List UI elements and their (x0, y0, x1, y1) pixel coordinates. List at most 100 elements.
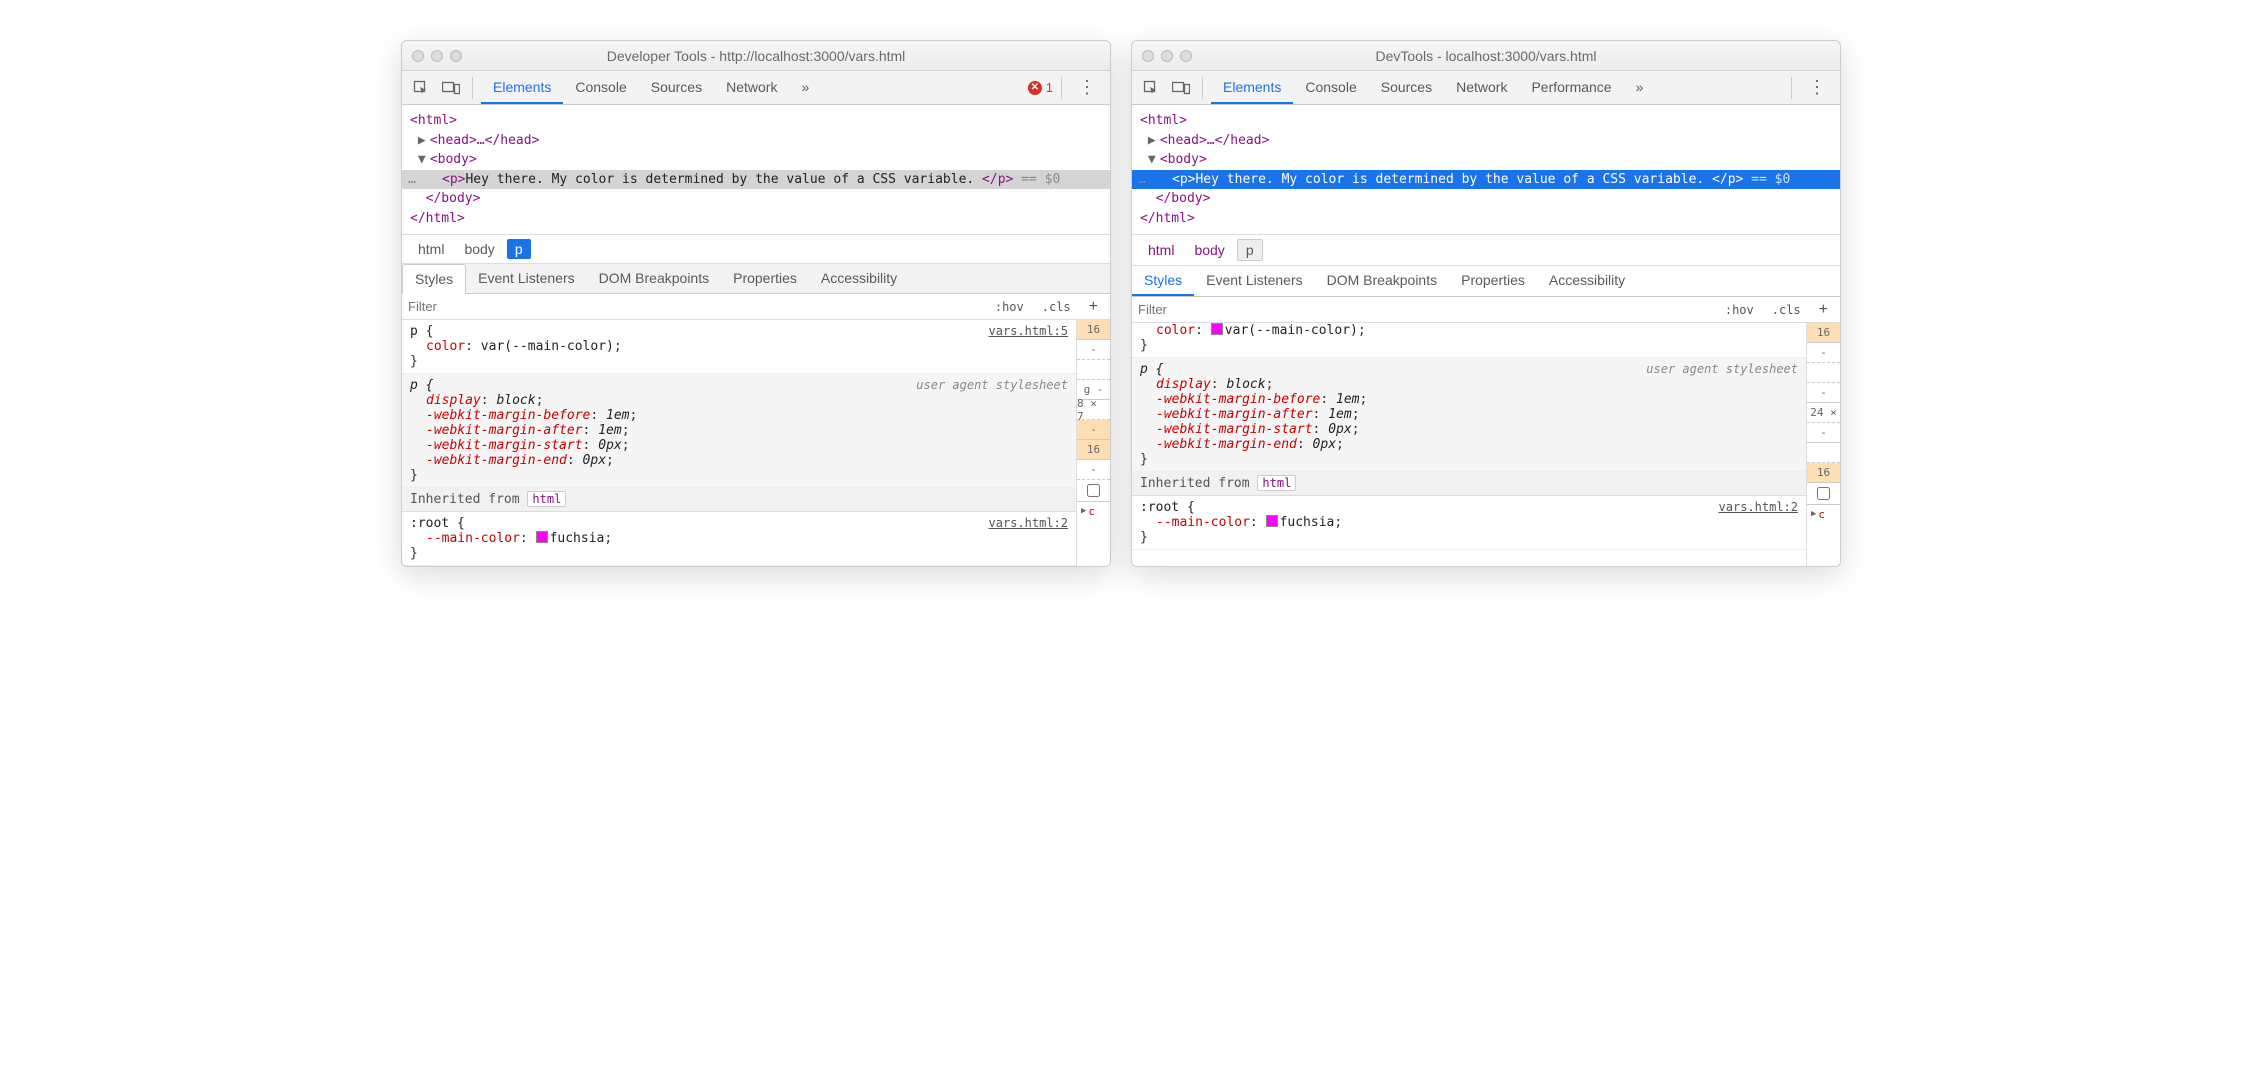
css-rule[interactable]: vars.html:2 :root { --main-color: fuchsi… (1132, 496, 1806, 550)
css-value[interactable]: fuchsia (1280, 515, 1335, 530)
new-rule-button[interactable]: + (1083, 298, 1104, 316)
breadcrumb-html[interactable]: html (1140, 240, 1182, 260)
breadcrumb-p[interactable]: p (1237, 239, 1263, 261)
collapse-icon[interactable]: ▼ (418, 150, 430, 170)
tab-overflow[interactable]: » (1624, 72, 1656, 104)
hov-toggle[interactable]: :hov (1719, 301, 1760, 319)
tab-performance[interactable]: Performance (1519, 72, 1623, 104)
color-swatch-icon[interactable] (1211, 323, 1223, 335)
rule-source-link[interactable]: vars.html:2 (989, 516, 1068, 530)
subtab-dom-breakpoints[interactable]: DOM Breakpoints (1315, 266, 1449, 296)
rule-source-link[interactable]: vars.html:2 (1719, 500, 1798, 514)
dom-head[interactable]: <head>…</head> (430, 133, 540, 148)
subtab-accessibility[interactable]: Accessibility (809, 264, 909, 293)
tab-elements[interactable]: Elements (481, 72, 563, 104)
dom-html-open[interactable]: <html> (1140, 113, 1187, 128)
breadcrumb-body[interactable]: body (1186, 240, 1232, 260)
filter-input[interactable] (1138, 300, 1713, 319)
tab-elements[interactable]: Elements (1211, 72, 1293, 104)
color-swatch-icon[interactable] (1266, 515, 1278, 527)
expand-icon[interactable]: ▶ (1148, 131, 1160, 151)
dom-body-close[interactable]: </body> (426, 191, 481, 206)
show-all-checkbox[interactable] (1807, 483, 1840, 505)
tab-console[interactable]: Console (1293, 72, 1368, 104)
inherit-tag[interactable]: html (527, 491, 566, 507)
sidebar-row[interactable]: ▶c (1807, 505, 1840, 523)
cls-toggle[interactable]: .cls (1766, 301, 1807, 319)
inherited-from: Inherited from html (1132, 472, 1806, 496)
dom-html-close[interactable]: </html> (410, 211, 465, 226)
error-counter[interactable]: ✕ 1 (1028, 80, 1053, 95)
color-swatch-icon[interactable] (536, 531, 548, 543)
hov-toggle[interactable]: :hov (989, 298, 1030, 316)
css-value[interactable]: fuchsia (550, 531, 605, 546)
subtab-styles[interactable]: Styles (1132, 266, 1194, 296)
rule-source-link[interactable]: vars.html:5 (989, 324, 1068, 338)
dom-selected-node[interactable]: <p>Hey there. My color is determined by … (402, 170, 1110, 190)
more-menu-icon[interactable]: ⋮ (1070, 77, 1104, 98)
zoom-window-icon[interactable] (450, 50, 462, 62)
device-toolbar-icon[interactable] (1168, 75, 1194, 101)
rule-selector[interactable]: :root { (1140, 500, 1798, 515)
zoom-window-icon[interactable] (1180, 50, 1192, 62)
dom-tree[interactable]: <html> ▶<head>…</head> ▼<body> <p>Hey th… (402, 105, 1110, 234)
rule-selector[interactable]: :root { (410, 516, 1068, 531)
subtab-event-listeners[interactable]: Event Listeners (466, 264, 587, 293)
css-property[interactable]: color (426, 339, 465, 354)
inspect-element-icon[interactable] (1138, 75, 1164, 101)
tab-sources[interactable]: Sources (639, 72, 714, 104)
minimize-window-icon[interactable] (1161, 50, 1173, 62)
css-property[interactable]: --main-color (1156, 515, 1250, 530)
tab-overflow[interactable]: » (789, 72, 821, 104)
rule-selector[interactable]: p { (410, 324, 1068, 339)
subtab-properties[interactable]: Properties (721, 264, 809, 293)
inherit-tag[interactable]: html (1257, 475, 1296, 491)
close-window-icon[interactable] (412, 50, 424, 62)
css-value[interactable]: var(--main-color) (1225, 323, 1358, 338)
tab-sources[interactable]: Sources (1369, 72, 1444, 104)
sidebar-row[interactable]: ▶c (1077, 502, 1110, 520)
close-window-icon[interactable] (1142, 50, 1154, 62)
dom-html-close[interactable]: </html> (1140, 211, 1195, 226)
css-property[interactable]: color (1156, 323, 1195, 338)
subtab-accessibility[interactable]: Accessibility (1537, 266, 1637, 296)
expand-icon[interactable]: ▶ (1081, 506, 1086, 516)
new-rule-button[interactable]: + (1813, 301, 1834, 319)
expand-icon[interactable]: ▶ (1811, 509, 1816, 519)
dom-html-open[interactable]: <html> (410, 113, 457, 128)
breadcrumb-html[interactable]: html (410, 239, 452, 259)
dom-body-close[interactable]: </body> (1156, 191, 1211, 206)
show-all-checkbox[interactable] (1077, 480, 1110, 502)
breadcrumb-body[interactable]: body (456, 239, 502, 259)
collapse-icon[interactable]: ▼ (1148, 150, 1160, 170)
tab-console[interactable]: Console (563, 72, 638, 104)
dom-body-open[interactable]: <body> (430, 152, 477, 167)
dom-tree[interactable]: <html> ▶<head>…</head> ▼<body> <p>Hey th… (1132, 105, 1840, 234)
device-toolbar-icon[interactable] (438, 75, 464, 101)
subtab-dom-breakpoints[interactable]: DOM Breakpoints (587, 264, 721, 293)
subtab-event-listeners[interactable]: Event Listeners (1194, 266, 1315, 296)
inspect-element-icon[interactable] (408, 75, 434, 101)
more-menu-icon[interactable]: ⋮ (1800, 77, 1834, 98)
minimize-window-icon[interactable] (431, 50, 443, 62)
dom-body-open[interactable]: <body> (1160, 152, 1207, 167)
expand-icon[interactable]: ▶ (418, 131, 430, 151)
tab-network[interactable]: Network (714, 72, 789, 104)
tab-network[interactable]: Network (1444, 72, 1519, 104)
subtab-styles[interactable]: Styles (402, 264, 466, 294)
css-rule[interactable]: color: var(--main-color); } (1132, 323, 1806, 358)
dom-head[interactable]: <head>…</head> (1160, 133, 1270, 148)
css-rule[interactable]: vars.html:2 :root { --main-color: fuchsi… (402, 512, 1076, 566)
filter-input[interactable] (408, 297, 983, 316)
breadcrumb-p[interactable]: p (507, 239, 531, 259)
dom-selected-node[interactable]: <p>Hey there. My color is determined by … (1132, 170, 1840, 190)
checkbox[interactable] (1817, 487, 1830, 500)
css-rule[interactable]: vars.html:5 p { color: var(--main-color)… (402, 320, 1076, 374)
css-value[interactable]: var(--main-color) (481, 339, 614, 354)
cls-toggle[interactable]: .cls (1036, 298, 1077, 316)
styles-pane[interactable]: color: var(--main-color); } user agent s… (1132, 323, 1806, 566)
css-property[interactable]: --main-color (426, 531, 520, 546)
styles-pane[interactable]: vars.html:5 p { color: var(--main-color)… (402, 320, 1076, 566)
subtab-properties[interactable]: Properties (1449, 266, 1537, 296)
checkbox[interactable] (1087, 484, 1100, 497)
